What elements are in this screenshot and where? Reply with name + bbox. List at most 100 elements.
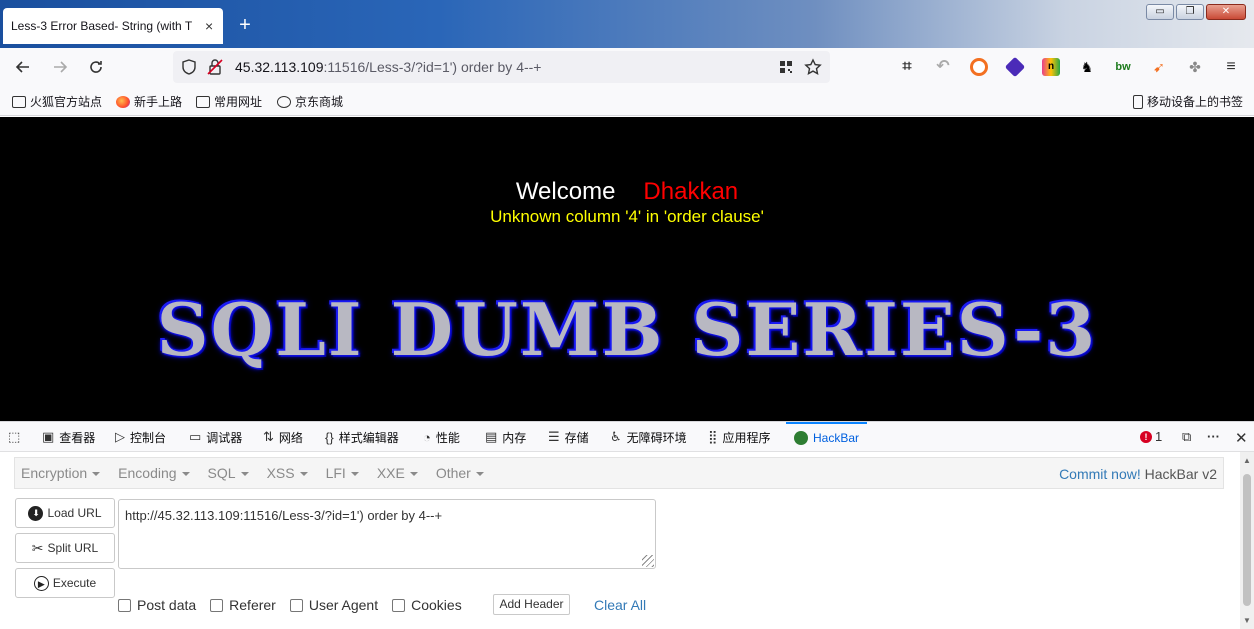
series-banner: SQLI DUMB SERIES-3 [156, 287, 1098, 372]
restore-button[interactable]: ❐ [1176, 4, 1204, 20]
close-window-button[interactable]: ✕ [1206, 4, 1246, 20]
more-options-icon[interactable]: ··· [1207, 429, 1220, 444]
tab-accessibility[interactable]: ♿ 无障碍环境 [610, 422, 687, 452]
tab-label: 调试器 [206, 430, 243, 445]
post-data-checkbox[interactable]: Post data [118, 597, 196, 613]
application-icon: ⣿ [708, 429, 718, 444]
forward-button[interactable] [47, 54, 73, 80]
error-count: 1 [1155, 429, 1163, 444]
forward-arrow-icon [54, 61, 68, 73]
extension-spy-icon[interactable]: ♞ [1078, 58, 1096, 76]
browser-tab[interactable]: Less-3 Error Based- String (with T × [3, 8, 223, 44]
url-bar[interactable]: 45.32.113.109:11516/Less-3/?id=1') order… [173, 51, 830, 83]
inspector-icon: ▣ [42, 429, 55, 444]
extensions-puzzle-icon[interactable]: ✤ [1186, 58, 1204, 76]
welcome-text: Welcome [515, 178, 616, 205]
caret-down-icon [299, 472, 308, 477]
element-picker-button[interactable]: ⬚ [8, 422, 20, 452]
undo-icon[interactable]: ↶ [934, 58, 952, 76]
bookmark-item[interactable]: 常用网址 [196, 93, 262, 110]
close-devtools-icon[interactable]: ✕ [1235, 429, 1248, 447]
bookmark-item[interactable]: 京东商城 [277, 93, 343, 110]
storage-icon: ☰ [548, 429, 560, 444]
new-tab-button[interactable]: + [234, 14, 256, 36]
extension-n-icon[interactable]: n [1042, 58, 1060, 76]
devtools-tabbar: ⬚ ▣ 查看器 ▷ 控制台 ▭ 调试器 ⇅ 网络 {} 样式编辑器 ◔ 性能 ▤… [0, 422, 1254, 452]
menu-label: Encryption [21, 465, 88, 481]
dock-toggle-icon[interactable]: ⧉ [1182, 429, 1191, 445]
menu-label: XXE [376, 465, 405, 481]
url-text[interactable]: 45.32.113.109:11516/Less-3/?id=1') order… [235, 59, 541, 75]
menu-sql[interactable]: SQL [208, 465, 249, 481]
menu-xss[interactable]: XSS [267, 465, 308, 481]
bookmark-item[interactable]: 新手上路 [116, 93, 182, 110]
extension-diamond-icon[interactable] [1004, 56, 1026, 78]
hackbar-commit: Commit now! HackBar v2 [1059, 466, 1217, 482]
tab-memory[interactable]: ▤ 内存 [485, 422, 526, 452]
split-url-button[interactable]: ✂ Split URL [15, 533, 115, 563]
qr-code-icon[interactable] [776, 57, 796, 77]
console-icon: ▷ [115, 429, 125, 444]
tab-hackbar[interactable]: HackBar [786, 422, 868, 452]
execute-button[interactable]: ▶ Execute [15, 568, 115, 598]
tab-label: 查看器 [59, 430, 96, 445]
cookies-checkbox[interactable]: Cookies [392, 597, 462, 613]
reload-button[interactable] [83, 54, 109, 80]
menu-other[interactable]: Other [436, 465, 484, 481]
extension-fox-icon[interactable]: ➹ [1150, 58, 1168, 76]
checkbox-box[interactable] [392, 598, 406, 612]
welcome-line: Welcome Dhakkan [0, 178, 1254, 206]
bookmark-item[interactable]: 火狐官方站点 [12, 93, 102, 110]
scrollbar-thumb[interactable] [1243, 474, 1251, 606]
devtools-scrollbar[interactable]: ▲ ▼ [1240, 452, 1254, 629]
clear-all-link[interactable]: Clear All [594, 597, 646, 613]
load-url-button[interactable]: ⬇ Load URL [15, 498, 115, 528]
menu-encryption[interactable]: Encryption [21, 465, 101, 481]
insecure-lock-icon[interactable] [205, 57, 225, 77]
bookmark-star-icon[interactable] [803, 57, 823, 77]
bookmark-label: 火狐官方站点 [30, 95, 103, 109]
resize-grip-icon[interactable] [642, 555, 654, 567]
add-header-button[interactable]: Add Header [493, 594, 570, 615]
tab-title: Less-3 Error Based- String (with T [11, 19, 193, 33]
tab-label: 无障碍环境 [626, 430, 687, 445]
checkbox-box[interactable] [210, 598, 224, 612]
tab-console[interactable]: ▷ 控制台 [115, 422, 166, 452]
hackbar-url-input[interactable]: http://45.32.113.109:11516/Less-3/?id=1'… [118, 499, 656, 569]
menu-xxe[interactable]: XXE [377, 465, 418, 481]
error-count-badge[interactable]: ! 1 [1140, 429, 1162, 444]
checkbox-box[interactable] [289, 598, 303, 612]
button-label: Load URL [47, 506, 102, 520]
scissors-icon: ✂ [31, 539, 44, 556]
tab-network[interactable]: ⇅ 网络 [263, 422, 303, 452]
bookmark-label: 常用网址 [214, 95, 263, 109]
checkbox-box[interactable] [118, 598, 131, 612]
bookmarks-toolbar: 火狐官方站点 新手上路 常用网址 京东商城 移动设备上的书签 [0, 86, 1254, 116]
referer-checkbox[interactable]: Referer [210, 597, 276, 613]
crop-icon[interactable]: ⌗ [898, 58, 916, 76]
menu-lfi[interactable]: LFI [326, 465, 359, 481]
tab-performance[interactable]: ◔ 性能 [423, 422, 460, 452]
tab-close-icon[interactable]: × [205, 18, 213, 34]
mobile-bookmarks[interactable]: 移动设备上的书签 [1133, 93, 1243, 110]
back-button[interactable] [10, 54, 36, 80]
tab-inspector[interactable]: ▣ 查看器 [42, 422, 95, 452]
extension-circle-icon[interactable] [970, 58, 988, 76]
minimize-button[interactable]: ▭ [1146, 4, 1174, 20]
user-agent-checkbox[interactable]: User Agent [289, 597, 378, 613]
scroll-up-icon[interactable]: ▲ [1243, 456, 1251, 465]
menu-encoding[interactable]: Encoding [118, 465, 190, 481]
commit-now-link[interactable]: Commit now! [1059, 466, 1141, 482]
tab-style-editor[interactable]: {} 样式编辑器 [325, 422, 399, 452]
scroll-down-icon[interactable]: ▼ [1243, 616, 1251, 625]
navigation-toolbar: 45.32.113.109:11516/Less-3/?id=1') order… [0, 48, 1254, 86]
menu-hamburger-icon[interactable]: ≡ [1222, 58, 1240, 76]
menu-label: Other [435, 465, 471, 481]
tab-application[interactable]: ⣿ 应用程序 [708, 422, 771, 452]
tab-label: HackBar [813, 431, 860, 445]
tab-storage[interactable]: ☰ 存储 [548, 422, 589, 452]
tab-debugger[interactable]: ▭ 调试器 [189, 422, 242, 452]
phone-icon [1133, 94, 1143, 109]
extension-bw-icon[interactable]: bw [1114, 58, 1132, 76]
shield-icon[interactable] [179, 57, 199, 77]
